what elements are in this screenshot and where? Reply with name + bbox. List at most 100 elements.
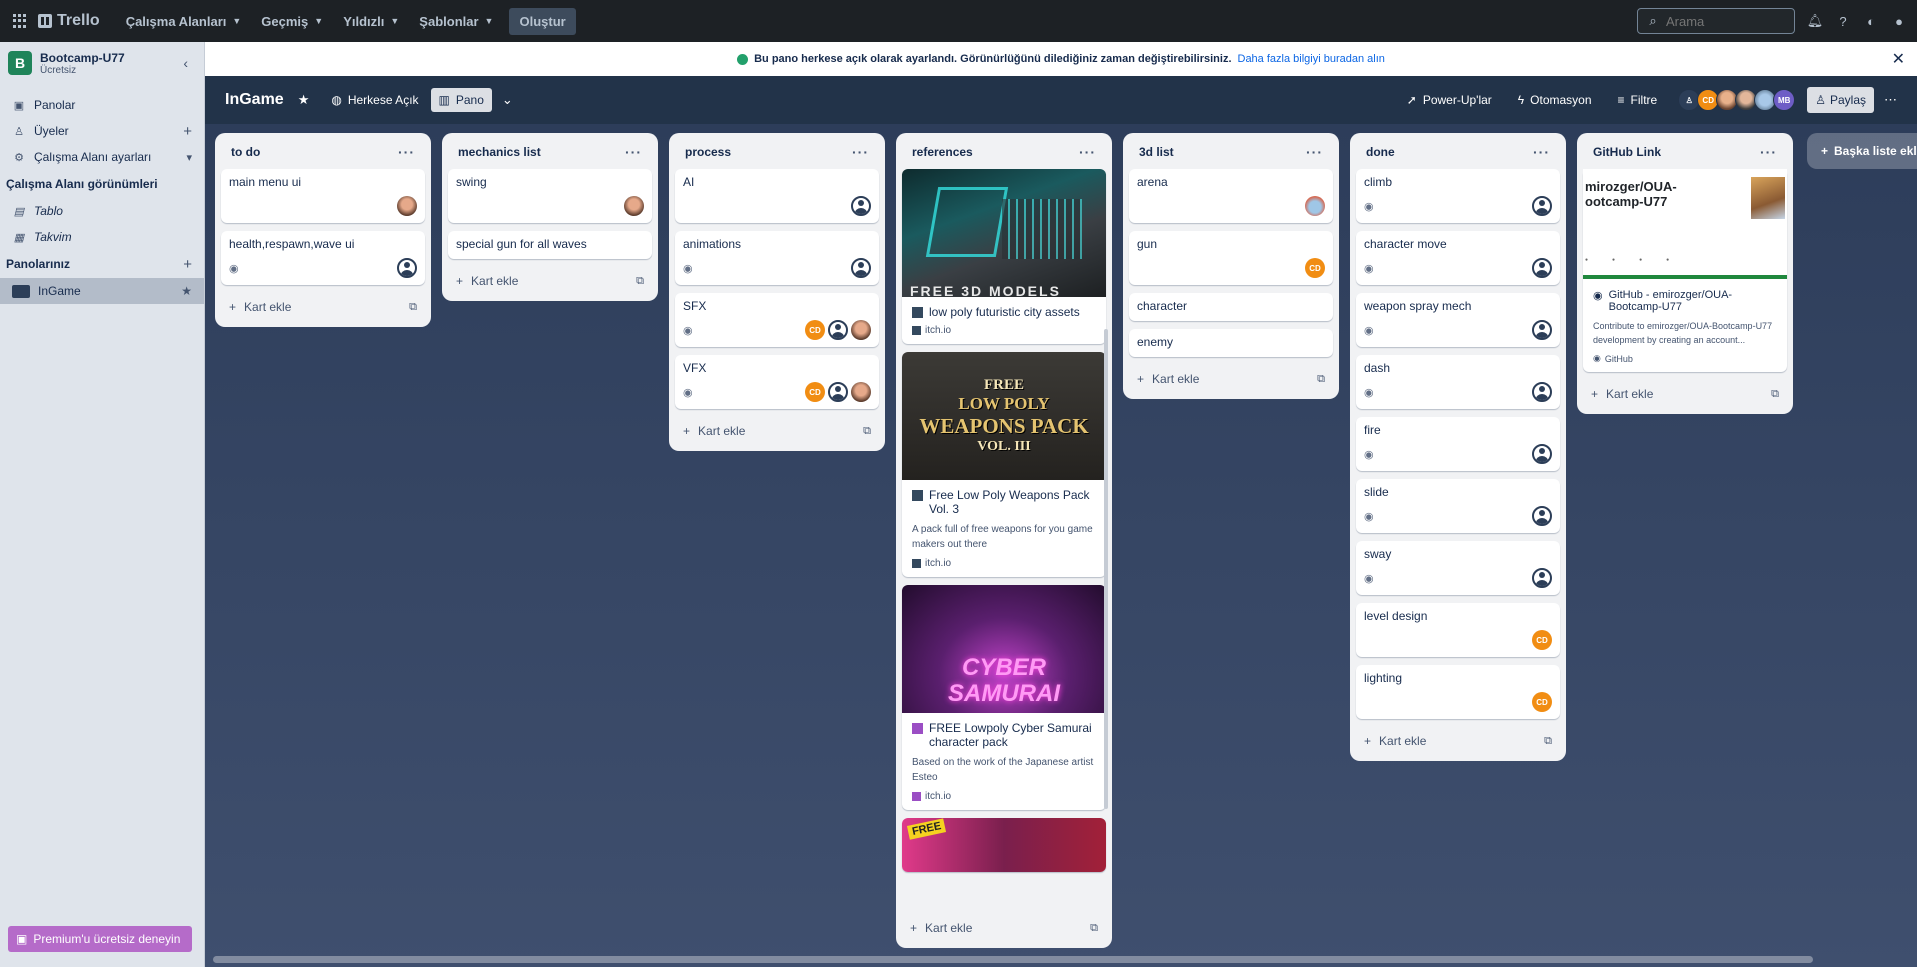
card[interactable]: level design CD [1356, 603, 1560, 657]
nav-recent[interactable]: Geçmiş ▼ [251, 8, 333, 35]
card[interactable]: FREE [902, 818, 1106, 872]
member-avatar[interactable]: MB [1773, 89, 1796, 111]
card-source[interactable]: itch.io [925, 558, 951, 569]
card[interactable]: slide ◉ [1356, 479, 1560, 533]
card[interactable]: character [1129, 293, 1333, 321]
add-card-button[interactable]: + Kart ekle ⧉ [669, 417, 885, 445]
card[interactable]: FREE 3D MODELS low poly futuristic city … [902, 169, 1106, 344]
collapse-sidebar-icon[interactable]: ‹ [175, 55, 196, 71]
card-source[interactable]: itch.io [925, 791, 951, 802]
nav-starred[interactable]: Yıldızlı ▼ [333, 8, 409, 35]
help-icon[interactable]: ? [1835, 13, 1851, 29]
list-menu-icon[interactable]: ··· [1760, 144, 1777, 160]
list-header[interactable]: GitHub Link ··· [1577, 133, 1793, 169]
board-view-button[interactable]: ▥ Pano [430, 88, 492, 112]
account-icon[interactable]: ● [1891, 13, 1907, 29]
card[interactable]: AI [675, 169, 879, 223]
list-menu-icon[interactable]: ··· [1533, 144, 1550, 160]
card[interactable]: special gun for all waves [448, 231, 652, 259]
card[interactable]: health,respawn,wave ui ◉ [221, 231, 425, 285]
card[interactable]: gun CD [1129, 231, 1333, 285]
card[interactable]: fire ◉ [1356, 417, 1560, 471]
theme-toggle-icon[interactable]: ◐ [1863, 13, 1879, 29]
card[interactable]: SFX ◉ CD [675, 293, 879, 347]
template-icon[interactable]: ⧉ [1317, 373, 1325, 386]
create-button[interactable]: Oluştur [509, 7, 576, 35]
add-card-button[interactable]: + Kart ekle ⧉ [1577, 380, 1793, 408]
card[interactable]: sway ◉ [1356, 541, 1560, 595]
template-icon[interactable]: ⧉ [1090, 922, 1098, 935]
banner-learn-more-link[interactable]: Daha fazla bilgiyi buradan alın [1238, 53, 1385, 65]
sidebar-item-members[interactable]: ♙ Üyeler + [0, 118, 204, 144]
more-menu-icon[interactable]: ⋯ [1884, 92, 1897, 108]
add-card-button[interactable]: + Kart ekle ⧉ [896, 914, 1112, 942]
card[interactable]: enemy [1129, 329, 1333, 357]
list-header[interactable]: process ··· [669, 133, 885, 169]
card[interactable]: character move ◉ [1356, 231, 1560, 285]
chevron-down-icon[interactable]: ▾ [186, 151, 192, 164]
add-card-button[interactable]: + Kart ekle ⧉ [1123, 365, 1339, 393]
card[interactable]: CYBER SAMURAI FREE Lowpoly Cyber Samurai… [902, 585, 1106, 810]
card-source[interactable]: itch.io [925, 325, 951, 336]
card[interactable]: weapon spray mech ◉ [1356, 293, 1560, 347]
list-title[interactable]: process [685, 145, 731, 159]
sidebar-board-ingame[interactable]: InGame ★ [0, 278, 204, 304]
premium-trial-button[interactable]: ▣ Premium'u ücretsiz deneyin [8, 926, 192, 952]
template-icon[interactable]: ⧉ [863, 425, 871, 438]
list-cards-scroll[interactable]: FREE 3D MODELS low poly futuristic city … [896, 169, 1112, 914]
add-card-button[interactable]: + Kart ekle ⧉ [1350, 727, 1566, 755]
template-icon[interactable]: ⧉ [1771, 388, 1779, 401]
card[interactable]: main menu ui [221, 169, 425, 223]
add-card-button[interactable]: + Kart ekle ⧉ [215, 293, 431, 321]
board-title[interactable]: InGame [225, 91, 284, 109]
list-menu-icon[interactable]: ··· [625, 144, 642, 160]
list-header[interactable]: references ··· [896, 133, 1112, 169]
card[interactable]: lighting CD [1356, 665, 1560, 719]
list-title[interactable]: references [912, 145, 973, 159]
sidebar-item-table[interactable]: ▤ Tablo [0, 198, 204, 224]
nav-templates[interactable]: Şablonlar ▼ [409, 8, 503, 35]
workspace-header[interactable]: B Bootcamp-U77 Ücretsiz ‹ [0, 42, 204, 84]
sidebar-item-calendar[interactable]: ▦ Takvim [0, 224, 204, 250]
list-header[interactable]: done ··· [1350, 133, 1566, 169]
card[interactable]: mirozger/OUA- ootcamp-U77 ● ● ● ● ◉ GitHub -… [1583, 169, 1787, 372]
star-icon[interactable]: ★ [298, 92, 310, 108]
search-box[interactable]: ⌕ [1637, 8, 1795, 34]
card[interactable]: animations ◉ [675, 231, 879, 285]
list-title[interactable]: mechanics list [458, 145, 541, 159]
list-title[interactable]: done [1366, 145, 1395, 159]
card[interactable]: arena [1129, 169, 1333, 223]
add-card-button[interactable]: + Kart ekle ⧉ [442, 267, 658, 295]
list-header[interactable]: 3d list ··· [1123, 133, 1339, 169]
list-menu-icon[interactable]: ··· [852, 144, 869, 160]
template-icon[interactable]: ⧉ [636, 275, 644, 288]
nav-workspaces[interactable]: Çalışma Alanları ▼ [116, 8, 252, 35]
card[interactable]: FREE LOW POLY WEAPONS PACK VOL. III Free… [902, 352, 1106, 577]
app-switcher-icon[interactable] [10, 11, 30, 31]
chevron-down-icon[interactable]: ⌄ [502, 92, 513, 108]
visibility-button[interactable]: ◍ Herkese Açık [323, 88, 426, 112]
list-title[interactable]: to do [231, 145, 260, 159]
list-menu-icon[interactable]: ··· [398, 144, 415, 160]
automation-button[interactable]: ϟ Otomasyon [1510, 88, 1600, 112]
list-header[interactable]: to do ··· [215, 133, 431, 169]
list-title[interactable]: 3d list [1139, 145, 1174, 159]
list-menu-icon[interactable]: ··· [1306, 144, 1323, 160]
list-scrollbar[interactable] [1104, 329, 1108, 809]
card[interactable]: VFX ◉ CD [675, 355, 879, 409]
add-member-icon[interactable]: + [183, 123, 192, 140]
share-button[interactable]: ♙ Paylaş [1807, 87, 1874, 113]
sidebar-item-settings[interactable]: ⚙ Çalışma Alanı ayarları ▾ [0, 144, 204, 170]
card[interactable]: dash ◉ [1356, 355, 1560, 409]
card-source[interactable]: GitHub [1605, 354, 1633, 364]
card[interactable]: climb ◉ [1356, 169, 1560, 223]
notifications-icon[interactable]: 🔔︎ [1807, 13, 1824, 29]
list-title[interactable]: GitHub Link [1593, 145, 1661, 159]
template-icon[interactable]: ⧉ [1544, 735, 1552, 748]
powerups-button[interactable]: ➚ Power-Up'lar [1399, 88, 1500, 112]
search-input[interactable] [1666, 13, 1786, 29]
sidebar-item-boards[interactable]: ▣ Panolar [0, 92, 204, 118]
board-horizontal-scrollbar[interactable] [213, 956, 1813, 963]
star-icon[interactable]: ★ [181, 284, 192, 298]
filter-button[interactable]: ≡ Filtre [1610, 88, 1666, 112]
